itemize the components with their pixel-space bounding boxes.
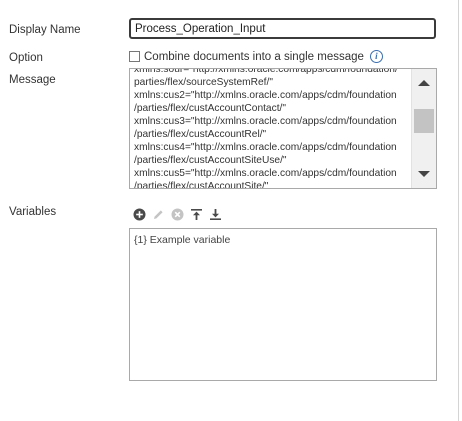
message-line: xmlns:cus3="http://xmlns.oracle.com/apps… [134,115,397,127]
combine-documents-label: Combine documents into a single message [144,50,364,63]
variables-label: Variables [9,206,57,218]
scrollbar-thumb[interactable] [414,109,434,133]
display-name-label: Display Name [9,24,81,36]
message-line: parties/flex/sourceSystemRef/" [134,76,273,88]
message-textarea[interactable]: xmlns:sour="http://xmlns.oracle.com/apps… [129,68,437,189]
move-to-top-icon [191,209,202,220]
dialog-panel: Display Name Option Combine documents in… [0,0,459,421]
scroll-up-arrow-icon[interactable] [418,80,430,86]
message-line: xmlns:cus4="http://xmlns.oracle.com/apps… [134,141,397,153]
variables-toolbar [131,207,226,222]
pencil-icon [154,210,163,219]
move-top-button[interactable] [188,207,205,222]
scroll-down-arrow-icon[interactable] [418,171,430,177]
message-line: xmlns:cus5="http://xmlns.oracle.com/apps… [134,167,397,179]
combine-documents-checkbox[interactable] [129,51,140,62]
display-name-input[interactable] [129,18,436,39]
edit-variable-button[interactable] [150,207,167,222]
move-bottom-button[interactable] [207,207,224,222]
message-text[interactable]: xmlns:sour="http://xmlns.oracle.com/apps… [134,68,412,189]
combine-documents-option: Combine documents into a single message … [129,50,383,63]
add-variable-button[interactable] [131,207,148,222]
info-icon[interactable]: i [369,50,383,63]
message-line: /parties/flex/custAccountSiteUse/" [134,154,287,166]
message-label: Message [9,74,56,86]
message-scrollbar[interactable] [411,69,436,188]
option-label: Option [9,52,43,64]
remove-circle-icon [171,208,184,221]
list-item[interactable]: {1} Example variable [134,234,230,246]
message-line: /parties/flex/custAccountSite/" [134,180,269,189]
message-line: /parties/flex/custAccountRel/" [134,128,267,140]
variables-list[interactable]: {1} Example variable [129,228,437,381]
message-line: xmlns:sour="http://xmlns.oracle.com/apps… [134,68,398,75]
add-circle-icon [133,208,146,221]
message-line: /parties/flex/custAccountContact/" [134,102,286,114]
message-line: xmlns:cus2="http://xmlns.oracle.com/apps… [134,89,397,101]
remove-variable-button[interactable] [169,207,186,222]
move-to-bottom-icon [210,209,221,220]
